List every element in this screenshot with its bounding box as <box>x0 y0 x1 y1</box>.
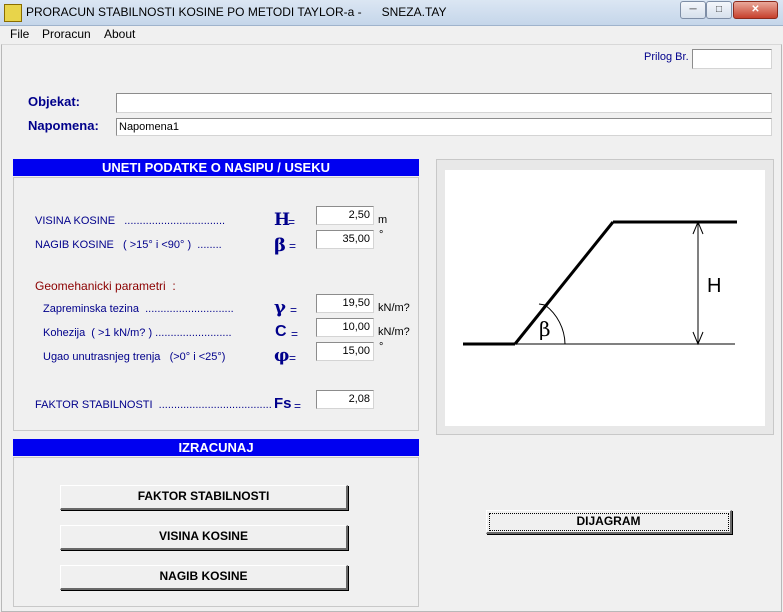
beta-symbol: β <box>274 235 286 256</box>
tezina-unit: kN/m? <box>378 302 410 314</box>
nagib-kosine-button[interactable]: NAGIB KOSINE <box>60 565 348 590</box>
visina-kosine-button[interactable]: VISINA KOSINE <box>60 525 348 550</box>
nagib-input[interactable]: 35,00 <box>316 230 374 249</box>
faktor-output: 2,08 <box>316 390 374 409</box>
phi-symbol: φ <box>274 346 290 366</box>
prilog-label: Prilog Br. <box>644 51 689 63</box>
dijagram-button[interactable]: DIJAGRAM <box>486 510 732 534</box>
nagib-label: NAGIB KOSINE ( >15° i <90° ) ........ <box>35 239 222 251</box>
c-symbol: C <box>275 323 287 340</box>
faktor-stabilnosti-button[interactable]: FAKTOR STABILNOSTI <box>60 485 348 510</box>
diagram-frame: H β <box>436 159 774 435</box>
kohezija-unit: kN/m? <box>378 326 410 338</box>
app-window: PRORACUN STABILNOSTI KOSINE PO METODI TA… <box>0 0 783 612</box>
h-equals: = <box>288 215 296 229</box>
kohezija-input[interactable]: 10,00 <box>316 318 374 337</box>
geomehanicki-title: Geomehanicki parametri : <box>35 279 176 293</box>
minimize-button[interactable]: ─ <box>680 1 706 19</box>
window-title: PRORACUN STABILNOSTI KOSINE PO METODI TA… <box>26 5 447 19</box>
close-button[interactable]: ✕ <box>733 1 778 19</box>
objekat-label: Objekat: <box>28 94 81 109</box>
trenje-unit: ° <box>379 341 384 353</box>
h-diagram-label: H <box>707 275 721 297</box>
phi-equals: = <box>289 351 297 365</box>
napomena-field[interactable]: Napomena1 <box>116 118 772 136</box>
fs-equals: = <box>294 399 302 413</box>
napomena-label: Napomena: <box>28 118 99 133</box>
calc-section-header: IZRACUNAJ <box>13 439 419 456</box>
tezina-label: Zapreminska tezina .....................… <box>43 303 234 315</box>
fs-symbol: Fs <box>274 395 292 412</box>
beta-diagram-label: β <box>539 317 551 341</box>
beta-equals: = <box>289 239 297 253</box>
title-bar: PRORACUN STABILNOSTI KOSINE PO METODI TA… <box>0 0 783 26</box>
menu-bar: File Proracun About <box>0 26 783 44</box>
maximize-button[interactable]: □ <box>706 1 732 19</box>
visina-unit: m <box>378 214 388 226</box>
slope-diagram: H β <box>463 220 737 346</box>
faktor-label: FAKTOR STABILNOSTI .....................… <box>35 399 272 411</box>
prilog-field[interactable] <box>692 49 772 69</box>
input-section-header: UNETI PODATKE O NASIPU / USEKU <box>13 159 419 176</box>
nagib-unit: ° <box>379 229 384 241</box>
trenje-input[interactable]: 15,00 <box>316 342 374 361</box>
menu-file[interactable]: File <box>10 27 29 41</box>
tezina-input[interactable]: 19,50 <box>316 294 374 313</box>
visina-input[interactable]: 2,50 <box>316 206 374 225</box>
diagram-canvas: H β <box>445 170 765 426</box>
menu-about[interactable]: About <box>104 27 135 41</box>
trenje-label: Ugao unutrasnjeg trenja (>0° i <25°) <box>43 351 226 363</box>
menu-proracun[interactable]: Proracun <box>42 27 91 41</box>
kohezija-label: Kohezija ( >1 kN/m? ) ..................… <box>43 327 232 339</box>
slope-line <box>513 221 615 345</box>
gamma-symbol: γ <box>274 297 286 318</box>
main-form: Prilog Br. Objekat: Napomena: Napomena1 … <box>1 44 782 612</box>
c-equals: = <box>291 327 299 341</box>
gamma-equals: = <box>290 303 298 317</box>
visina-label: VISINA KOSINE ..........................… <box>35 215 226 227</box>
objekat-field[interactable] <box>116 93 772 113</box>
app-icon <box>4 4 22 22</box>
